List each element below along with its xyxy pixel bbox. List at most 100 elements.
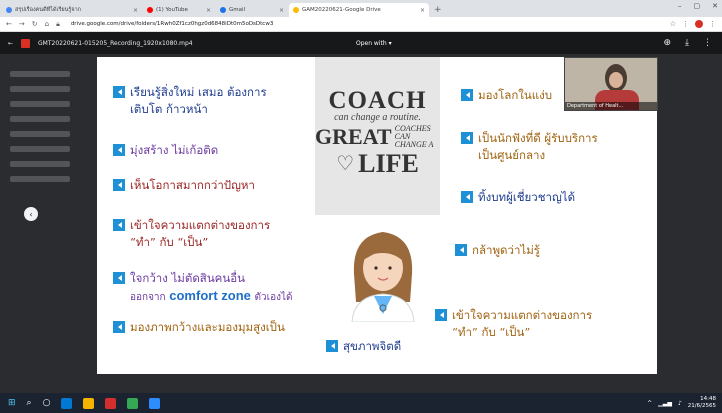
poster-coaches-block: COACHES CAN CHANGE A — [395, 125, 440, 149]
bullet-icon — [113, 272, 125, 284]
poster-great-text: GREAT — [315, 124, 392, 149]
slide-item-text: ใจกว้าง ไม่ตัดสินคนอื่นออกจาก comfort zo… — [130, 270, 293, 306]
left-item: เรียนรู้สิ่งใหม่ เสมอ ต้องการเติบโต ก้าว… — [113, 84, 267, 118]
left-item: มองภาพกว้างและมองมุมสูงเป็น — [113, 319, 285, 336]
slide-item-text: มองโลกในแง่บ — [478, 87, 552, 104]
close-tab-icon[interactable]: × — [279, 7, 284, 14]
tab-label: สรุปเรื่องคนดีที่ได้เรียนรู้จาก — [15, 7, 82, 13]
close-window-icon[interactable]: ✕ — [712, 2, 718, 10]
add-people-icon[interactable]: ⊕ — [663, 38, 671, 48]
maximize-icon[interactable]: ▢ — [694, 2, 701, 10]
bullet-icon — [461, 132, 473, 144]
home-icon[interactable]: ⌂ — [45, 20, 49, 28]
close-tab-icon[interactable]: × — [420, 7, 425, 14]
search-icon[interactable]: ⌕ — [27, 398, 32, 408]
close-tab-icon[interactable]: × — [206, 7, 211, 14]
poster-coaches-sub: CAN CHANGE A — [394, 132, 434, 149]
slide-item-line: เห็นโอกาสมากกว่าปัญหา — [130, 178, 255, 192]
download-icon[interactable]: ⤓ — [685, 38, 689, 48]
webcam-label: Department of Healt... — [565, 102, 657, 110]
bullet-icon — [113, 179, 125, 191]
poster-life-line: ♡ LIFE — [315, 151, 440, 177]
avatar[interactable] — [695, 20, 703, 28]
slide-item-line: มองโลกในแง่บ — [478, 88, 553, 102]
slide-item-text: มองภาพกว้างและมองมุมสูงเป็น — [130, 319, 285, 336]
app-icon[interactable] — [105, 397, 117, 409]
poster-coach-text: COACH — [328, 87, 427, 114]
back-arrow-icon[interactable]: ← — [8, 40, 13, 47]
bullet-icon — [435, 309, 447, 321]
more-options-icon[interactable]: ⋮ — [703, 38, 712, 48]
zoom-icon[interactable] — [149, 397, 161, 409]
left-item: ใจกว้าง ไม่ตัดสินคนอื่นออกจาก comfort zo… — [113, 270, 293, 306]
slide-item-text: เรียนรู้สิ่งใหม่ เสมอ ต้องการเติบโต ก้าว… — [130, 84, 267, 118]
browser-toolbar: ← → ↻ ⌂ 🔒︎ drive.google.com/drive/folder… — [0, 17, 722, 32]
tab-label: Gmail — [229, 7, 246, 13]
network-icon[interactable]: ▁▃▅ — [658, 400, 672, 407]
video-file-icon — [21, 38, 31, 48]
poster-sub-text: can change a routine. — [334, 112, 421, 123]
tray-chevron-icon[interactable]: ^ — [647, 400, 652, 407]
previous-file-button[interactable]: ‹ — [24, 207, 38, 221]
browser-tab[interactable]: Gmail × — [216, 3, 288, 17]
bullet-icon — [113, 144, 125, 156]
heart-icon: ♡ — [336, 153, 355, 175]
system-tray: ^ ▁▃▅ ♪ 14:48 21/6/2565 — [647, 396, 716, 410]
slide-item-line: มุ่งสร้าง ไม่เก้อติด — [130, 143, 219, 157]
slide-item-fragment: ออกจาก — [130, 292, 166, 303]
clock-time: 14:48 — [700, 396, 716, 402]
poster-life-text: LIFE — [358, 149, 419, 178]
chrome-icon[interactable] — [127, 397, 139, 409]
tab-favicon-icon — [147, 7, 153, 13]
star-icon[interactable]: ☆ — [670, 20, 676, 28]
tab-favicon-icon — [293, 7, 299, 13]
right-item: กล้าพูดว่าไม่รู้ — [455, 242, 540, 259]
slide-item-line: เข้าใจความแตกต่างของการ — [452, 308, 593, 322]
browser-tab[interactable]: สรุปเรื่องคนดีที่ได้เรียนรู้จาก × — [2, 3, 142, 17]
bullet-icon — [326, 340, 338, 352]
extensions-icon[interactable]: ⋮ — [682, 20, 689, 28]
edge-icon[interactable] — [61, 397, 73, 409]
file-name: GMT20220621-015205_Recording_1920x1080.m… — [38, 39, 193, 47]
minimize-icon[interactable]: – — [678, 2, 682, 10]
browser-tab[interactable]: GAM20220621-Google Drive × — [289, 3, 429, 17]
windows-start-icon[interactable]: ⊞ — [8, 398, 16, 408]
slide-item-line: เรียนรู้สิ่งใหม่ เสมอ ต้องการ — [130, 85, 267, 99]
slide-item-fragment: ตัวเองได้ — [254, 292, 293, 303]
open-with-button[interactable]: Open with ▾ — [356, 40, 392, 47]
forward-icon[interactable]: → — [19, 20, 25, 28]
tab-label: GAM20220621-Google Drive — [302, 7, 381, 13]
clock[interactable]: 14:48 21/6/2565 — [688, 396, 716, 410]
left-item: เห็นโอกาสมากกว่าปัญหา — [113, 177, 255, 194]
reload-icon[interactable]: ↻ — [32, 20, 38, 28]
slide-item-line: ออกจาก comfort zone ตัวเองได้ — [130, 287, 293, 306]
poster-great-line: GREAT COACHES CAN CHANGE A — [315, 125, 440, 149]
slide-item-text: กล้าพูดว่าไม่รู้ — [472, 242, 540, 259]
slide-item-text: ทิ้งบทผู้เชี่ยวชาญได้ — [478, 189, 575, 206]
slide-item-text: เห็นโอกาสมากกว่าปัญหา — [130, 177, 255, 194]
slide-item-bottom: สุขภาพจิตดี — [326, 338, 401, 355]
slide-item-text: เป็นนักฟังที่ดี ผู้รับบริการ เป็นศูนย์กลา… — [478, 130, 598, 164]
menu-icon[interactable]: ⋮ — [709, 20, 716, 28]
volume-icon[interactable]: ♪ — [678, 400, 682, 407]
left-item: เข้าใจความแตกต่างของการ “ทำ” กับ “เป็น” — [113, 217, 270, 251]
preview-header: ← GMT20220621-015205_Recording_1920x1080… — [0, 32, 722, 54]
slide-item-line: เติบโต ก้าวหน้า — [130, 102, 208, 116]
slide-item-line: เป็นนักฟังที่ดี ผู้รับบริการ — [478, 131, 598, 145]
slide-item-line: กล้าพูดว่าไม่รู้ — [472, 243, 540, 257]
right-item: ทิ้งบทผู้เชี่ยวชาญได้ — [461, 189, 575, 206]
slide-item-line: ทิ้งบทผู้เชี่ยวชาญได้ — [478, 190, 576, 204]
slide-item-line: มองภาพกว้างและมองมุมสูงเป็น — [130, 320, 285, 334]
close-tab-icon[interactable]: × — [133, 7, 138, 14]
browser-tab-strip: สรุปเรื่องคนดีที่ได้เรียนรู้จาก × (1) YouT… — [0, 0, 722, 17]
file-explorer-icon[interactable] — [83, 397, 95, 409]
back-icon[interactable]: ← — [6, 20, 12, 28]
slide-item-line: ใจกว้าง ไม่ตัดสินคนอื่น — [130, 271, 246, 285]
new-tab-button[interactable]: + — [434, 3, 442, 17]
address-bar[interactable]: drive.google.com/drive/folders/1Rwh0Zf1c… — [71, 21, 663, 27]
lock-icon: 🔒︎ — [56, 19, 60, 28]
browser-tab[interactable]: (1) YouTube × — [143, 3, 215, 17]
webcam-thumbnail: Department of Healt... — [564, 57, 658, 111]
slide-item-text: เข้าใจความแตกต่างของการ “ทำ” กับ “เป็น” — [130, 217, 270, 251]
task-view-icon[interactable]: ○ — [43, 398, 51, 408]
